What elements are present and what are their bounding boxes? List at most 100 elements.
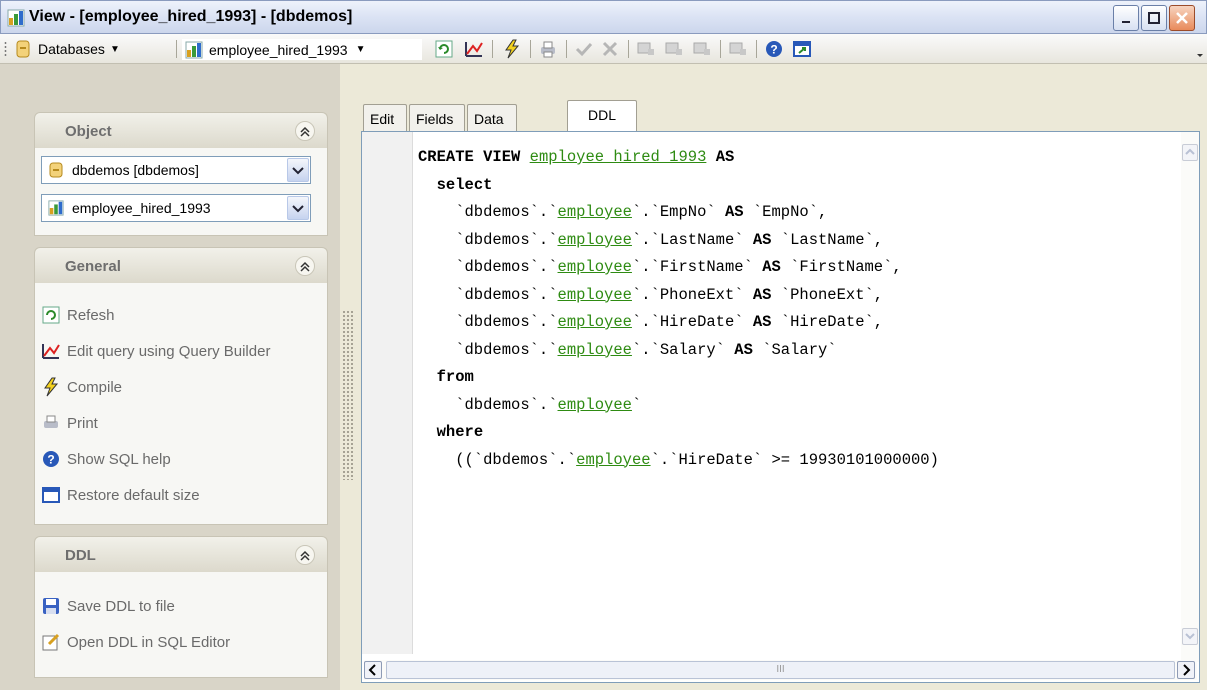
vertical-scrollbar[interactable]	[1181, 132, 1199, 662]
field-add-icon[interactable]	[636, 39, 656, 59]
query-builder-link[interactable]: Edit query using Query Builder	[41, 339, 270, 363]
toolbar-separator	[566, 40, 567, 58]
horizontal-scrollbar[interactable]: III	[364, 660, 1197, 680]
general-section-header[interactable]: General	[34, 247, 328, 283]
chevron-down-icon[interactable]	[287, 196, 309, 220]
save-ddl-label: Save DDL to file	[67, 597, 175, 615]
object-section-title: Object	[65, 123, 112, 140]
chevron-right-icon	[1183, 664, 1191, 676]
sql-keyword: AS	[734, 340, 753, 359]
object-select[interactable]: employee_hired_1993	[41, 194, 311, 222]
database-icon	[49, 162, 63, 178]
minimize-icon	[1122, 21, 1130, 23]
sql-keyword: AS	[752, 285, 772, 304]
ddl-section-body: Save DDL to file Open DDL in SQL Editor	[34, 572, 328, 678]
sql-keyword: AS	[752, 230, 772, 249]
collapse-icon[interactable]	[295, 545, 315, 565]
field-edit-icon[interactable]	[664, 39, 684, 59]
toolbar-separator	[756, 40, 757, 58]
editor-gutter	[362, 132, 413, 654]
open-ddl-editor-link[interactable]: Open DDL in SQL Editor	[41, 630, 230, 654]
scroll-down-button[interactable]	[1182, 628, 1198, 645]
chevron-down-icon	[1197, 54, 1203, 57]
chevron-down-icon: ▼	[109, 43, 120, 55]
view-icon	[7, 9, 25, 27]
query-builder-icon[interactable]	[464, 39, 484, 59]
query-builder-label: Edit query using Query Builder	[67, 342, 271, 360]
toolbar-separator	[720, 40, 721, 58]
tab-data-label: Data	[474, 111, 504, 127]
open-ddl-editor-label: Open DDL in SQL Editor	[67, 633, 231, 651]
databases-dropdown-button[interactable]: Databases ▼	[14, 38, 120, 60]
rollback-icon[interactable]	[600, 39, 620, 59]
ddl-editor[interactable]: CREATE VIEW employee hired 1993 AS selec…	[361, 131, 1200, 683]
sql-identifier: employee	[576, 450, 651, 469]
tab-ddl-label: DDL	[587, 107, 616, 123]
compile-link[interactable]: Compile	[41, 375, 122, 399]
sql-keyword: CREATE VIEW	[418, 148, 521, 166]
title-bar[interactable]: View - [employee_hired_1993] - [dbdemos]	[0, 0, 1207, 34]
scroll-up-button[interactable]	[1182, 144, 1198, 161]
sql-identifier: employee	[557, 203, 632, 221]
close-icon	[1176, 12, 1188, 24]
save-ddl-link[interactable]: Save DDL to file	[41, 594, 175, 618]
compile-label: Compile	[67, 378, 123, 396]
sql-identifier: employee	[557, 285, 632, 304]
sql-identifier: employee hired 1993	[529, 148, 707, 166]
restore-size-label: Restore default size	[67, 486, 200, 504]
sql-keyword: AS	[762, 258, 781, 276]
maximize-button[interactable]	[1141, 5, 1167, 31]
ddl-section-header[interactable]: DDL	[34, 536, 328, 572]
restore-size-icon[interactable]	[792, 39, 812, 59]
refresh-icon[interactable]	[434, 39, 454, 59]
tab-fields[interactable]: Fields	[409, 104, 465, 132]
sql-help-link[interactable]: ? Show SQL help	[41, 447, 171, 471]
compile-icon	[44, 377, 59, 397]
sql-help-label: Show SQL help	[67, 450, 171, 468]
sql-keyword: AS	[724, 203, 744, 221]
tab-fields-label: Fields	[416, 111, 454, 127]
object-section-header[interactable]: Object	[34, 112, 328, 148]
query-builder-icon	[42, 344, 60, 359]
window-title: View - [employee_hired_1993] - [dbdemos]	[29, 8, 353, 25]
refresh-link[interactable]: Refesh	[41, 303, 115, 327]
object-section-body: dbdemos [dbdemos] employee_hired_1993	[34, 148, 328, 236]
panel-splitter[interactable]	[342, 310, 354, 480]
horizontal-scroll-thumb[interactable]: III	[386, 661, 1175, 679]
tab-data[interactable]: Data	[467, 104, 517, 132]
toolbar-overflow-button[interactable]	[1195, 38, 1205, 60]
print-link[interactable]: Print	[41, 411, 98, 435]
tab-edit[interactable]: Edit	[363, 104, 407, 132]
print-icon	[44, 415, 58, 428]
toolbar-separator	[530, 40, 531, 58]
scroll-left-button[interactable]	[364, 661, 382, 679]
main-toolbar: Databases ▼ employee_hired_1993 ▼ ?	[0, 34, 1207, 64]
ddl-section-title: DDL	[65, 547, 96, 564]
commit-icon[interactable]	[574, 39, 594, 59]
tab-ddl[interactable]: DDL	[567, 100, 637, 132]
collapse-icon[interactable]	[295, 121, 315, 141]
object-combo[interactable]: employee_hired_1993 ▼	[182, 39, 422, 60]
restore-size-link[interactable]: Restore default size	[41, 483, 200, 507]
databases-label: Databases	[38, 41, 105, 57]
ddl-code[interactable]: CREATE VIEW employee hired 1993 AS selec…	[418, 144, 939, 474]
compile-icon[interactable]	[502, 39, 522, 59]
help-icon[interactable]: ?	[764, 39, 784, 59]
toolbar-separator	[628, 40, 629, 58]
sql-identifier: employee	[557, 230, 632, 249]
maximize-icon	[1148, 12, 1160, 24]
toolbar-separator	[492, 40, 493, 58]
print-icon[interactable]	[538, 39, 558, 59]
close-button[interactable]	[1169, 5, 1195, 31]
chevron-up-icon	[1185, 148, 1195, 155]
toolbar-grip[interactable]	[4, 41, 7, 57]
sql-identifier: employee	[557, 313, 632, 331]
open-editor-icon	[42, 633, 60, 651]
field-delete-icon[interactable]	[692, 39, 712, 59]
minimize-button[interactable]	[1113, 5, 1139, 31]
collapse-icon[interactable]	[295, 256, 315, 276]
field-icon[interactable]	[728, 39, 748, 59]
scroll-right-button[interactable]	[1177, 661, 1195, 679]
database-select[interactable]: dbdemos [dbdemos]	[41, 156, 311, 184]
chevron-down-icon[interactable]	[287, 158, 309, 182]
